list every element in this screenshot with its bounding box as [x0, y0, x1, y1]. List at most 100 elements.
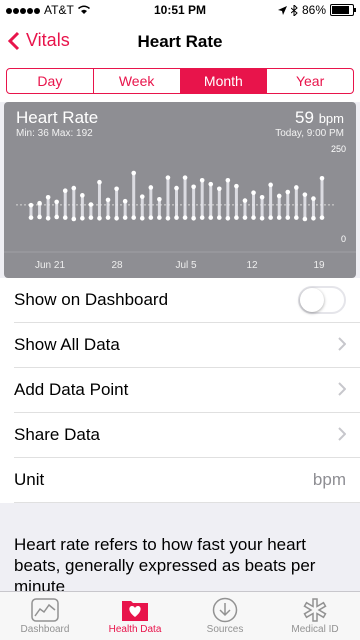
range-bar [80, 195, 84, 219]
range-min-dot [319, 215, 325, 220]
range-bar [226, 180, 230, 219]
current-value-number: 59 [295, 108, 314, 127]
range-min-dot [97, 215, 102, 221]
range-max-dot [276, 193, 282, 199]
range-bar [63, 190, 67, 218]
battery-percent: 86% [301, 3, 326, 17]
range-min-dot [268, 215, 273, 220]
range-min-dot [199, 215, 205, 220]
tab-health-data-label: Health Data [108, 624, 162, 635]
range-max-dot [28, 202, 34, 208]
segment-day[interactable]: Day [7, 69, 94, 93]
location-arrow-icon [277, 5, 287, 15]
range-min-dot [37, 214, 42, 220]
segment-week[interactable]: Week [94, 69, 181, 93]
range-min-dot [157, 215, 162, 220]
range-min-dot [216, 215, 222, 220]
unit-row[interactable]: Unit bpm [14, 458, 360, 503]
range-bar [132, 173, 136, 218]
range-min-dot [54, 214, 59, 220]
range-min-dot [131, 215, 137, 220]
toggle-knob [300, 288, 324, 312]
range-bar [149, 187, 153, 218]
range-min-dot [165, 215, 171, 221]
unit-label: Unit [14, 470, 45, 489]
chart-min-max: Min: 36 Max: 192 [16, 128, 93, 139]
tab-bar: Dashboard Health Data Sources Medical ID [0, 591, 360, 640]
share-data-row[interactable]: Share Data [14, 413, 360, 458]
range-max-dot [122, 198, 128, 204]
range-min-dot [208, 215, 214, 220]
range-min-dot [259, 215, 265, 221]
x-tick-label: 19 [313, 260, 325, 271]
navigation-bar: Vitals Heart Rate [0, 20, 360, 64]
range-bar [192, 186, 196, 219]
range-min-dot [139, 215, 145, 221]
range-bar [311, 198, 315, 219]
range-min-dot [311, 215, 316, 221]
range-max-dot [225, 177, 231, 183]
range-min-dot [122, 215, 128, 220]
x-tick-label: 28 [111, 260, 123, 271]
range-max-dot [319, 175, 325, 181]
x-tick-label: Jun 21 [35, 260, 65, 271]
add-data-point-label: Add Data Point [14, 380, 129, 399]
health-data-icon [122, 601, 148, 621]
range-max-dot [302, 192, 308, 197]
range-bar [294, 187, 298, 218]
range-min-dot [88, 215, 94, 220]
range-max-dot [54, 199, 59, 205]
range-max-dot [165, 175, 171, 180]
add-data-point-row[interactable]: Add Data Point [14, 368, 360, 413]
share-data-label: Share Data [14, 425, 100, 444]
range-max-dot [294, 185, 299, 190]
range-bar [123, 201, 127, 218]
chevron-right-icon [338, 337, 346, 351]
range-bar [140, 196, 144, 219]
tab-health-data[interactable]: Health Data [90, 592, 180, 640]
x-tick-label: 12 [246, 260, 258, 271]
range-min-dot [242, 215, 248, 220]
range-min-dot [105, 215, 111, 220]
segment-year[interactable]: Year [267, 69, 353, 93]
range-max-dot [114, 186, 119, 192]
range-bar [260, 197, 264, 219]
range-bar [277, 195, 281, 218]
range-max-dot [148, 185, 154, 190]
range-max-dot [285, 189, 291, 195]
range-max-dot [131, 170, 137, 176]
range-min-dot [148, 215, 154, 220]
range-max-dot [157, 196, 162, 202]
range-max-dot [259, 194, 265, 200]
tab-sources-label: Sources [206, 624, 244, 635]
range-max-dot [80, 193, 85, 198]
show-on-dashboard-toggle[interactable] [298, 286, 346, 314]
tab-medical-id-label: Medical ID [291, 624, 339, 635]
unit-value: bpm [312, 470, 346, 489]
range-max-dot [311, 196, 316, 201]
range-min-dot [294, 215, 299, 220]
tab-dashboard[interactable]: Dashboard [0, 592, 90, 640]
show-all-data-row[interactable]: Show All Data [14, 323, 360, 368]
tab-dashboard-label: Dashboard [20, 624, 70, 635]
range-max-dot [182, 175, 188, 180]
range-bar [200, 180, 204, 218]
range-bar [166, 177, 170, 219]
range-bar [106, 199, 110, 218]
range-max-dot [62, 188, 68, 194]
status-bar: AT&T 10:51 PM 86% [0, 0, 360, 20]
chevron-right-icon [338, 382, 346, 396]
range-max-dot [105, 197, 111, 203]
range-min-dot [182, 215, 188, 220]
show-all-data-label: Show All Data [14, 335, 120, 354]
range-bar [217, 188, 221, 218]
range-max-dot [37, 200, 42, 206]
range-bar [157, 199, 161, 218]
medical-id-icon [303, 598, 327, 622]
range-bar [243, 200, 247, 218]
tab-medical-id[interactable]: Medical ID [270, 592, 360, 640]
range-bar [115, 188, 119, 219]
range-min-dot [28, 215, 34, 220]
segment-month[interactable]: Month [180, 69, 268, 93]
tab-sources[interactable]: Sources [180, 592, 270, 640]
